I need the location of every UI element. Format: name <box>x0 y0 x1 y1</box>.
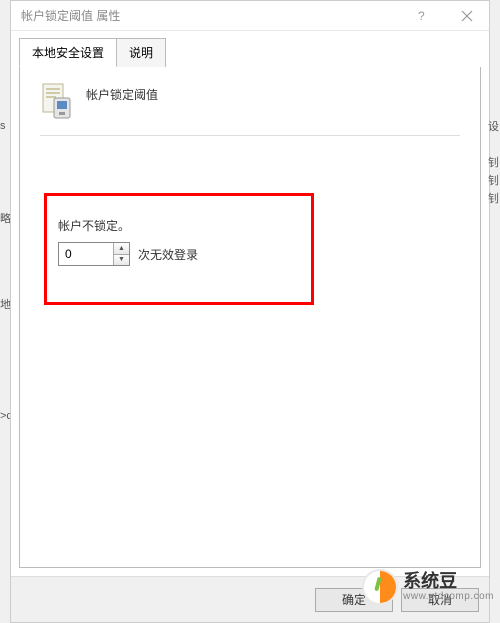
spinner-buttons: ▲ ▼ <box>113 243 129 265</box>
watermark: 系统豆 www.xtdcomp.com <box>362 569 494 605</box>
properties-dialog: 帐户锁定阈值 属性 ? 本地安全设置 说明 <box>10 0 490 623</box>
window-title: 帐户锁定阈值 属性 <box>21 7 399 24</box>
spinner-up-button[interactable]: ▲ <box>114 243 129 254</box>
titlebar: 帐户锁定阈值 属性 ? <box>11 1 489 31</box>
help-button[interactable]: ? <box>399 1 444 31</box>
close-button[interactable] <box>444 1 489 31</box>
threshold-input[interactable] <box>59 243 113 265</box>
threshold-setting: 帐户不锁定。 ▲ ▼ 次无效登录 <box>58 217 198 266</box>
tab-description[interactable]: 说明 <box>116 38 166 67</box>
svg-text:?: ? <box>418 10 425 22</box>
tab-local-security-settings[interactable]: 本地安全设置 <box>19 38 117 67</box>
watermark-brand: 系统豆 <box>403 572 494 592</box>
not-locked-label: 帐户不锁定。 <box>58 217 198 234</box>
watermark-logo-icon <box>362 569 398 605</box>
policy-header: 帐户锁定阈值 <box>40 82 460 136</box>
policy-icon <box>40 82 74 120</box>
policy-title: 帐户锁定阈值 <box>86 82 158 103</box>
tab-strip: 本地安全设置 说明 <box>11 31 489 67</box>
watermark-url: www.xtdcomp.com <box>403 591 494 602</box>
spinner-down-button[interactable]: ▼ <box>114 254 129 266</box>
threshold-suffix-label: 次无效登录 <box>138 246 198 263</box>
threshold-spinner[interactable]: ▲ ▼ <box>58 242 130 266</box>
tab-content: 帐户锁定阈值 帐户不锁定。 ▲ ▼ 次无效登录 <box>19 67 481 568</box>
